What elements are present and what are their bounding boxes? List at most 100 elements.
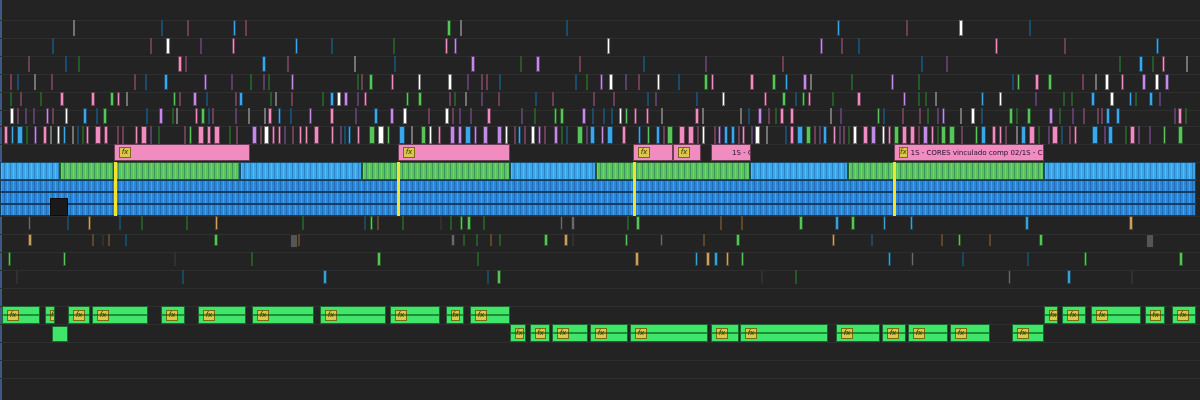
video-clip[interactable] — [357, 74, 359, 90]
video-clip[interactable] — [11, 126, 14, 144]
video-clip[interactable] — [1149, 92, 1153, 106]
video-clip[interactable] — [582, 108, 586, 124]
audio-clip-fx[interactable]: fx — [68, 306, 90, 324]
video-clip[interactable] — [656, 126, 660, 144]
video-clip[interactable] — [592, 108, 594, 124]
video-clip[interactable] — [245, 20, 247, 36]
video-clip[interactable] — [331, 126, 334, 144]
audio-clip[interactable] — [141, 216, 143, 230]
video-clip[interactable] — [577, 126, 583, 144]
video-clip[interactable] — [390, 108, 394, 124]
video-clip[interactable] — [704, 74, 708, 90]
video-clip[interactable] — [1156, 38, 1159, 54]
video-clip[interactable] — [357, 92, 359, 106]
audio-clip[interactable] — [451, 234, 455, 246]
video-clip[interactable] — [454, 92, 456, 106]
audio-clip[interactable] — [88, 216, 91, 230]
audio-clip[interactable] — [323, 270, 327, 284]
video-clip[interactable] — [1049, 108, 1053, 124]
video-clip[interactable] — [378, 126, 384, 144]
video-clip[interactable] — [1104, 126, 1106, 144]
video-clip[interactable] — [518, 126, 521, 144]
video-clip[interactable] — [802, 92, 805, 106]
audio-clip[interactable] — [832, 234, 835, 246]
video-clip[interactable] — [63, 126, 66, 144]
video-clip[interactable] — [287, 56, 289, 72]
video-clip[interactable] — [146, 108, 148, 124]
video-clip[interactable] — [579, 56, 581, 72]
video-clip[interactable] — [229, 126, 231, 144]
video-clip[interactable] — [314, 126, 319, 144]
video-clip[interactable] — [823, 126, 827, 144]
video-clip[interactable] — [421, 126, 426, 144]
audio-clip[interactable] — [636, 216, 640, 230]
video-clip[interactable] — [554, 108, 557, 124]
video-clip[interactable] — [465, 126, 471, 144]
video-clip[interactable] — [248, 108, 250, 124]
video-clip[interactable] — [775, 108, 777, 124]
video-clip[interactable] — [364, 92, 367, 106]
video-clip[interactable] — [1106, 108, 1110, 124]
video-clip[interactable] — [291, 74, 294, 90]
video-clip[interactable] — [33, 108, 35, 124]
video-clip[interactable] — [1017, 74, 1020, 90]
video-clip[interactable] — [751, 126, 753, 144]
video-clip[interactable] — [403, 108, 407, 124]
audio-clip[interactable] — [63, 252, 66, 266]
audio-clip[interactable] — [720, 216, 722, 230]
video-clip[interactable] — [894, 126, 899, 144]
video-clip[interactable] — [785, 126, 787, 144]
audio-waveform-track[interactable] — [0, 192, 1196, 204]
audio-clip[interactable] — [174, 252, 176, 266]
video-clip[interactable] — [96, 108, 98, 124]
video-clip[interactable] — [411, 126, 413, 144]
video-clip[interactable] — [1155, 74, 1159, 90]
video-clip[interactable] — [575, 74, 577, 90]
audio-clip-fx[interactable]: fx — [836, 324, 880, 342]
video-clip[interactable] — [918, 74, 920, 90]
video-clip[interactable] — [919, 108, 921, 124]
video-clip[interactable] — [65, 56, 67, 72]
video-clip[interactable] — [284, 126, 286, 144]
video-clip[interactable] — [309, 108, 312, 124]
video-clip[interactable] — [172, 108, 174, 124]
video-clip[interactable] — [193, 92, 197, 106]
video-clip[interactable] — [10, 108, 14, 124]
video-clip[interactable] — [857, 92, 861, 106]
video-clip[interactable] — [848, 126, 850, 144]
video-clip[interactable] — [467, 74, 469, 90]
video-clip[interactable] — [51, 74, 53, 90]
video-clip[interactable] — [679, 126, 685, 144]
audio-clip[interactable] — [888, 252, 891, 266]
video-clip[interactable] — [711, 74, 714, 90]
video-clip[interactable] — [625, 74, 627, 90]
audio-clip[interactable] — [28, 234, 32, 246]
main-video-clip[interactable] — [848, 162, 1044, 180]
video-clip[interactable] — [122, 126, 124, 144]
video-clip[interactable] — [552, 92, 554, 106]
video-clip[interactable] — [566, 126, 568, 144]
video-clip[interactable] — [1012, 74, 1014, 90]
audio-clip-fx[interactable]: fx — [2, 306, 40, 324]
audio-clip[interactable] — [28, 216, 31, 230]
video-clip[interactable] — [795, 92, 797, 106]
audio-clip[interactable] — [989, 234, 991, 246]
video-clip[interactable] — [1005, 126, 1007, 144]
video-clip[interactable] — [600, 74, 603, 90]
audio-clip[interactable] — [910, 216, 913, 230]
video-clip[interactable] — [902, 126, 907, 144]
video-clip[interactable] — [603, 108, 605, 124]
video-clip[interactable] — [544, 126, 546, 144]
video-clip[interactable] — [126, 92, 128, 106]
video-clip[interactable] — [299, 126, 302, 144]
video-clip[interactable] — [295, 38, 298, 54]
video-clip[interactable] — [263, 74, 265, 90]
video-clip[interactable] — [607, 126, 613, 144]
video-clip[interactable] — [481, 74, 483, 90]
video-clip[interactable] — [1064, 38, 1066, 54]
video-clip[interactable] — [1178, 108, 1182, 124]
audio-clip[interactable] — [958, 234, 961, 246]
main-video-clip[interactable] — [750, 162, 848, 180]
video-clip[interactable] — [208, 108, 210, 124]
video-clip[interactable] — [50, 126, 52, 144]
